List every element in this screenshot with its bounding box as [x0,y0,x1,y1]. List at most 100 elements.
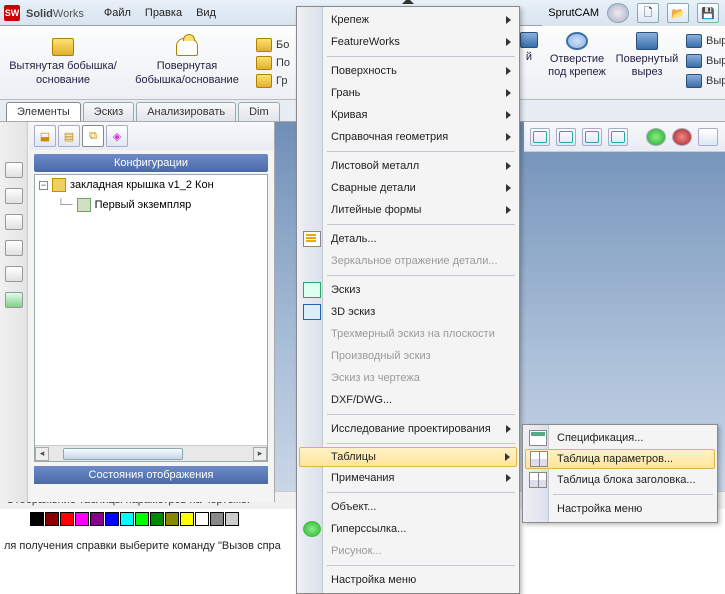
color-swatch[interactable] [210,512,224,526]
sketch-icon [303,282,321,298]
mi-titleblock-table[interactable]: Таблица блока заголовка... [525,469,715,491]
tree-root-row[interactable]: − закладная крышка v1_2 Кон [35,175,267,195]
strip-icon-3[interactable] [5,214,23,230]
fm-tab-dim[interactable]: ◈ [106,125,128,147]
scene-button[interactable] [672,128,692,146]
new-doc-button[interactable]: 🗋 [637,3,659,23]
color-swatch[interactable] [180,512,194,526]
boundary-icon [256,74,272,88]
save-doc-button[interactable]: 💾 [697,3,719,23]
color-swatch[interactable] [165,512,179,526]
mi-sketch[interactable]: Эскиз [299,279,517,301]
strip-icon-5[interactable] [5,266,23,282]
mi-part[interactable]: Деталь... [299,228,517,250]
menu-edit[interactable]: Правка [145,7,182,19]
color-swatch[interactable] [135,512,149,526]
scroll-thumb[interactable] [63,448,183,460]
loft-boss-button[interactable]: По [256,56,290,70]
sweep-boss-button[interactable]: Бо [256,38,290,52]
boundary-cut-button[interactable]: Вырез г [686,74,725,88]
tab-evaluate[interactable]: Анализировать [136,102,236,121]
mi-design-study[interactable]: Исследование проектирования [299,418,517,440]
strip-icon-1[interactable] [5,162,23,178]
color-swatch[interactable] [60,512,74,526]
mi-submenu-customize[interactable]: Настройка меню [525,498,715,520]
swept-cut-button[interactable]: Вырез п [686,34,725,48]
mi-weldments[interactable]: Сварные детали [299,177,517,199]
cut-short-button[interactable]: й [520,32,538,63]
view-settings-button[interactable] [608,128,628,146]
collapse-icon[interactable]: − [39,181,48,190]
mi-annotations[interactable]: Примечания [299,467,517,489]
boundary-boss-button[interactable]: Гр [256,74,290,88]
mi-specification[interactable]: Спецификация... [525,427,715,449]
scroll-right-icon[interactable]: ▸ [253,447,267,461]
display-style-button[interactable] [556,128,576,146]
revolved-cut-button[interactable]: Повернутый вырез [616,32,678,79]
color-swatch[interactable] [90,512,104,526]
mi-surface[interactable]: Поверхность [299,60,517,82]
sprutcam-icon[interactable] [607,3,629,23]
strip-icon-6[interactable] [5,292,23,308]
revolved-cut-icon [636,32,658,50]
revolve-boss-button[interactable]: Повернутая бобышка/основание [132,38,242,86]
color-swatch[interactable] [225,512,239,526]
mi-curve[interactable]: Кривая [299,104,517,126]
tab-dimxpert[interactable]: Dim [238,102,280,121]
tree-icon: ⬓ [40,130,50,143]
color-swatch[interactable] [30,512,44,526]
strip-icon-2[interactable] [5,188,23,204]
fm-tab-property[interactable]: ▤ [58,125,80,147]
color-swatch[interactable] [150,512,164,526]
open-doc-button[interactable]: 📂 [667,3,689,23]
menu-view[interactable]: Вид [196,7,216,19]
loft-cut-icon [686,54,702,68]
loft-cut-button[interactable]: Вырез п [686,54,725,68]
view-orient-button[interactable] [530,128,550,146]
mi-tables[interactable]: Таблицы [299,447,517,467]
color-swatch[interactable] [105,512,119,526]
hole-icon [566,32,588,50]
loft-icon [256,56,272,70]
render-button[interactable] [698,128,718,146]
mi-customize[interactable]: Настройка меню [299,569,517,591]
appearance-button[interactable] [646,128,666,146]
mi-object[interactable]: Объект... [299,496,517,518]
property-icon: ▤ [64,130,74,143]
mi-featureworks[interactable]: FeatureWorks [299,31,517,53]
mi-face[interactable]: Грань [299,82,517,104]
extrude-boss-button[interactable]: Вытянутая бобышка/основание [8,38,118,86]
strip-icon-4[interactable] [5,240,23,256]
menu-file[interactable]: Файл [104,7,131,19]
sprutcam-label[interactable]: SprutCAM [548,7,599,19]
fm-tab-config[interactable]: ⧉ [82,125,104,147]
fm-tab-tree[interactable]: ⬓ [34,125,56,147]
mi-sheetmetal[interactable]: Листовой металл [299,155,517,177]
mi-3dsketch[interactable]: 3D эскиз [299,301,517,323]
mi-mirror-part: Зеркальное отражение детали... [299,250,517,272]
part-icon [52,178,66,192]
color-swatch[interactable] [120,512,134,526]
mi-fasteners[interactable]: Крепеж [299,9,517,31]
hole-wizard-button[interactable]: Отверстие под крепеж [546,32,608,79]
color-swatch[interactable] [75,512,89,526]
mi-mold[interactable]: Литейные формы [299,199,517,221]
titlebar-right: SprutCAM 🗋 📂 💾 [542,0,725,26]
mi-dxf[interactable]: DXF/DWG... [299,389,517,411]
tree-child-row[interactable]: └─ Первый экземпляр [35,195,267,215]
mi-picture: Рисунок... [299,540,517,562]
config-tree[interactable]: − закладная крышка v1_2 Кон └─ Первый эк… [34,174,268,462]
insert-menu: Крепеж FeatureWorks Поверхность Грань Кр… [296,6,520,594]
tab-features[interactable]: Элементы [6,102,81,121]
menu-scroll-up-icon[interactable] [402,0,414,4]
tree-hscrollbar[interactable]: ◂ ▸ [35,445,267,461]
mi-hyperlink[interactable]: Гиперссылка... [299,518,517,540]
scroll-left-icon[interactable]: ◂ [35,447,49,461]
color-swatch[interactable] [195,512,209,526]
color-swatch[interactable] [45,512,59,526]
dim-icon: ◈ [113,130,121,143]
section-view-button[interactable] [582,128,602,146]
tab-sketch[interactable]: Эскиз [83,102,134,121]
mi-design-table[interactable]: Таблица параметров... [525,449,715,469]
mi-refgeom[interactable]: Справочная геометрия [299,126,517,148]
